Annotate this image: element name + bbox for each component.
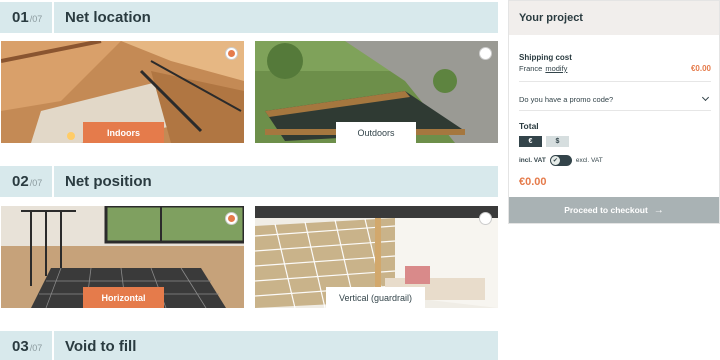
checkout-label: Proceed to checkout bbox=[564, 205, 648, 215]
shipping-cost: Shipping cost France modify €0.00 bbox=[519, 53, 711, 73]
vat-toggle[interactable]: ✔ bbox=[549, 155, 572, 166]
promo-code-toggle[interactable]: Do you have a promo code? bbox=[519, 92, 711, 106]
promo-code-label: Do you have a promo code? bbox=[519, 94, 614, 104]
step-number: 03/07 bbox=[0, 331, 54, 360]
total-price: €0.00 bbox=[519, 176, 547, 188]
option-card-indoors[interactable]: Indoors bbox=[1, 41, 244, 143]
vat-switch: incl. VAT ✔ excl. VAT bbox=[519, 155, 603, 166]
step-number: 02/07 bbox=[0, 166, 54, 197]
option-label-outdoors: Outdoors bbox=[336, 122, 416, 143]
total-label: Total bbox=[519, 121, 539, 131]
project-summary-panel: Your project Shipping cost France modify … bbox=[508, 0, 720, 224]
vat-incl-label: incl. VAT bbox=[519, 157, 546, 164]
step-title: Net location bbox=[65, 9, 151, 26]
step-header-net-position: 02/07 Net position bbox=[0, 166, 498, 197]
panel-title: Your project bbox=[509, 1, 719, 35]
radio-indoors[interactable] bbox=[225, 47, 238, 60]
step-number-total: /07 bbox=[29, 14, 43, 24]
divider bbox=[519, 81, 711, 82]
vat-excl-label: excl. VAT bbox=[575, 157, 603, 164]
step-number-total: /07 bbox=[29, 178, 43, 188]
option-label-vertical-guardrail: Vertical (guardrail) bbox=[326, 287, 425, 308]
option-label-indoors: Indoors bbox=[83, 122, 164, 143]
chevron-down-icon bbox=[701, 93, 710, 102]
shipping-price: €0.00 bbox=[690, 64, 711, 73]
radio-outdoors[interactable] bbox=[479, 47, 492, 60]
step-header-net-location: 01/07 Net location bbox=[0, 2, 498, 33]
step-header-void-to-fill: 03/07 Void to fill bbox=[0, 331, 498, 360]
arrow-right-icon: → bbox=[653, 204, 664, 216]
step-title: Net position bbox=[65, 173, 152, 190]
currency-eur-button[interactable]: € bbox=[519, 136, 542, 147]
step-number: 01/07 bbox=[0, 2, 54, 33]
divider bbox=[519, 110, 711, 111]
option-label-horizontal: Horizontal bbox=[83, 287, 164, 308]
step-number-current: 01 bbox=[12, 9, 29, 26]
radio-horizontal[interactable] bbox=[225, 212, 238, 225]
option-card-vertical-guardrail[interactable]: Vertical (guardrail) bbox=[255, 206, 498, 308]
step-number-current: 02 bbox=[12, 173, 29, 190]
shipping-label: Shipping cost bbox=[519, 53, 572, 62]
step-title: Void to fill bbox=[65, 338, 137, 355]
option-card-outdoors[interactable]: Outdoors bbox=[255, 41, 498, 143]
step-number-total: /07 bbox=[29, 343, 43, 353]
shipping-destination: France modify bbox=[519, 64, 711, 73]
proceed-to-checkout-button[interactable]: Proceed to checkout → bbox=[509, 197, 719, 223]
step-number-current: 03 bbox=[12, 338, 29, 355]
currency-usd-button[interactable]: $ bbox=[546, 136, 569, 147]
shipping-country: France bbox=[519, 64, 543, 73]
radio-vertical-guardrail[interactable] bbox=[479, 212, 492, 225]
option-card-horizontal[interactable]: Horizontal bbox=[1, 206, 244, 308]
check-icon: ✔ bbox=[550, 156, 560, 165]
configurator: 01/07 Net location Indoors Outdoors 02 /… bbox=[0, 0, 498, 360]
modify-link[interactable]: modify bbox=[545, 64, 567, 73]
